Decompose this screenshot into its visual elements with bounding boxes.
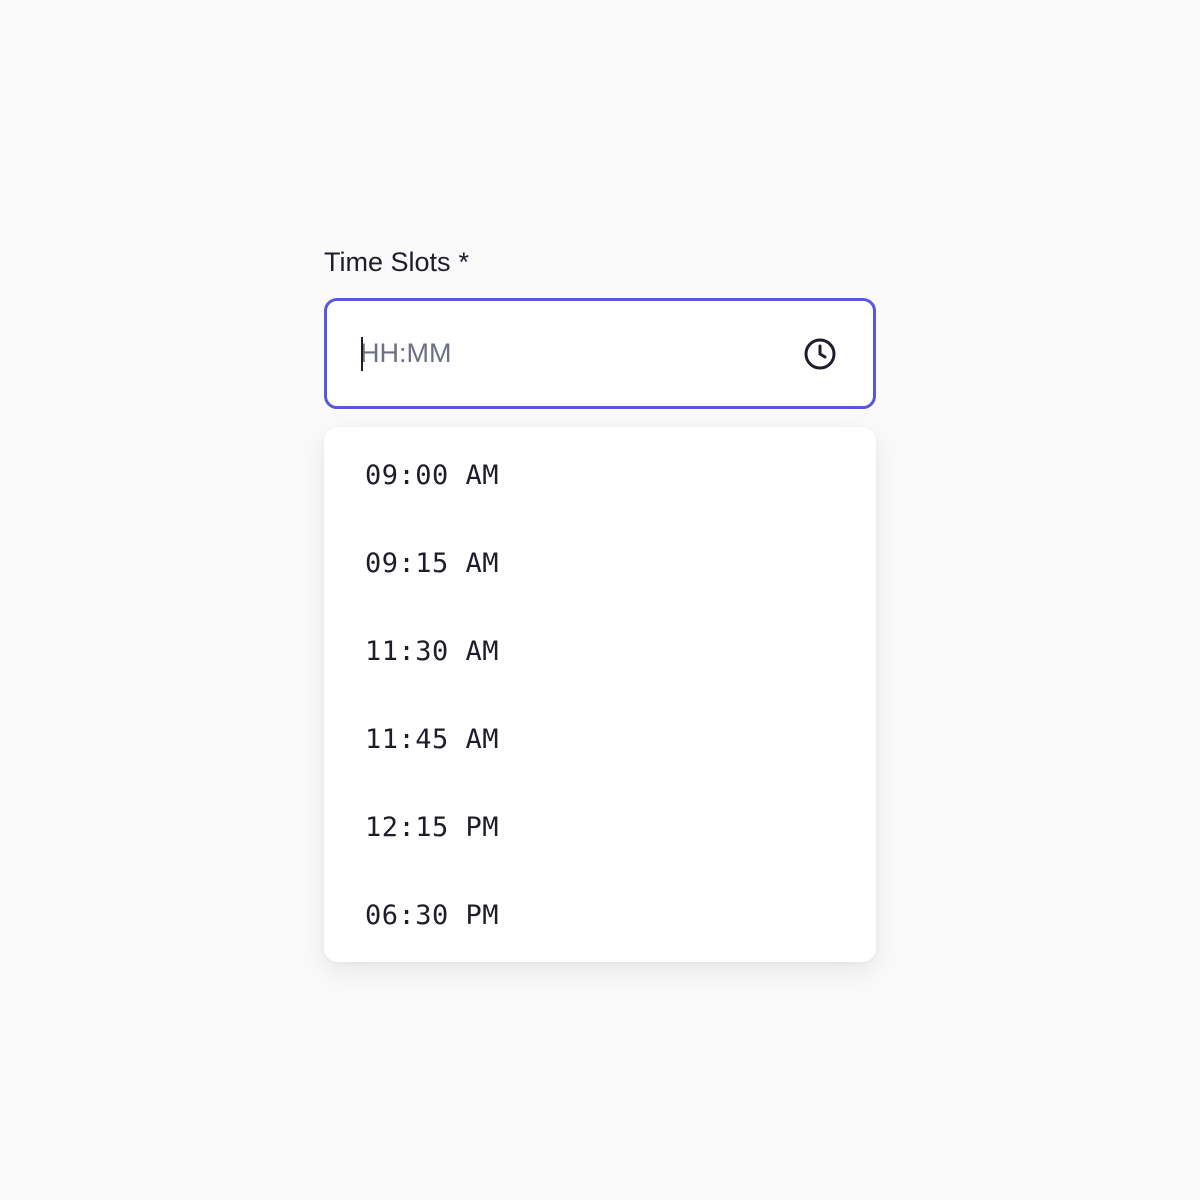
time-option[interactable]: 11:45 AM [324,695,876,783]
time-input[interactable] [360,325,780,381]
time-input-box[interactable] [324,298,876,409]
clock-icon[interactable] [803,337,837,371]
text-caret [361,337,363,371]
time-option[interactable]: 09:15 AM [324,519,876,607]
time-options-dropdown: 09:00 AM 09:15 AM 11:30 AM 11:45 AM 12:1… [324,427,876,962]
time-option[interactable]: 11:30 AM [324,607,876,695]
field-label: Time Slots * [324,244,876,280]
time-option[interactable]: 06:30 PM [324,871,876,959]
field-label-text: Time Slots [324,247,451,277]
required-marker: * [458,247,470,277]
time-slots-field: Time Slots * 09:00 AM 09:15 AM 11:30 AM … [324,244,876,962]
time-option[interactable]: 09:00 AM [324,431,876,519]
time-option[interactable]: 12:15 PM [324,783,876,871]
